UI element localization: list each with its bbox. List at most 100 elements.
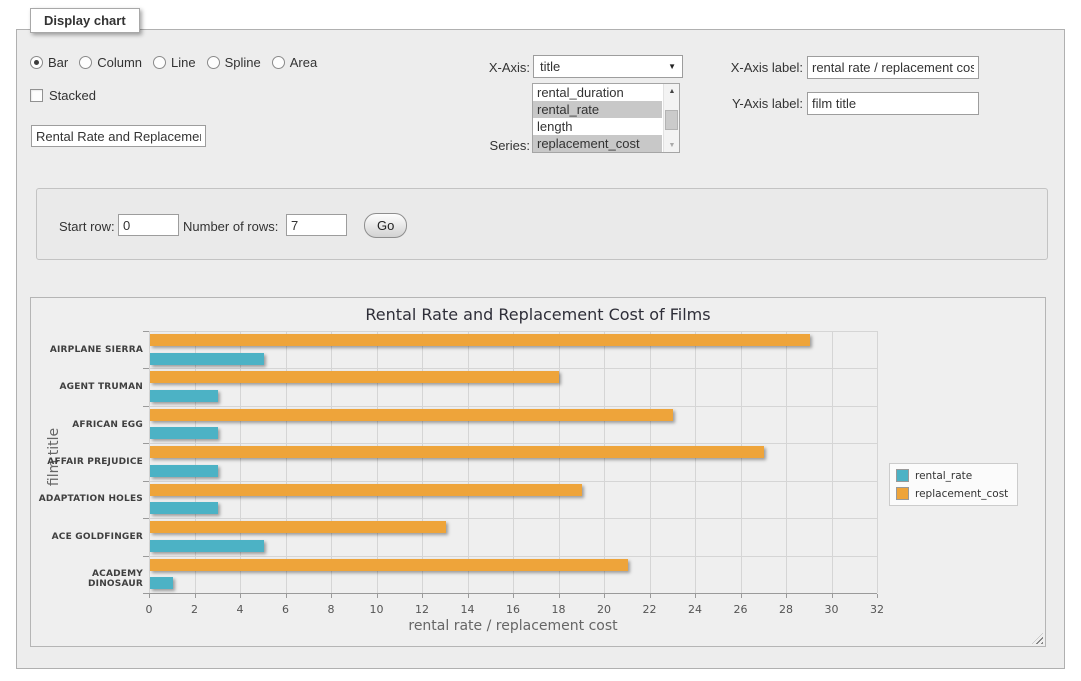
- series-option-rental_rate[interactable]: rental_rate: [533, 101, 662, 118]
- bar-rental_rate: [150, 390, 218, 402]
- y-axis-tick: [143, 443, 149, 444]
- chart-legend: rental_rate replacement_cost: [889, 463, 1018, 506]
- x-axis-select[interactable]: title ▼: [533, 55, 683, 78]
- chart-type-radio-spline[interactable]: Spline: [207, 55, 261, 70]
- bar-replacement_cost: [150, 521, 446, 533]
- panel-legend: Display chart: [30, 8, 140, 33]
- gridline-horizontal: [149, 481, 877, 482]
- number-of-rows-label: Number of rows:: [183, 219, 278, 234]
- select-dropdown-icon: ▼: [668, 62, 676, 71]
- stacked-checkbox-row[interactable]: Stacked: [30, 88, 96, 103]
- number-of-rows-input[interactable]: [286, 214, 347, 236]
- chart-type-radio-area[interactable]: Area: [272, 55, 317, 70]
- x-axis-tick: [786, 594, 787, 598]
- x-axis-line: [149, 593, 877, 594]
- x-axis-tick: [650, 594, 651, 598]
- series-option-replacement_cost[interactable]: replacement_cost: [533, 135, 662, 152]
- x-axis-tick: [286, 594, 287, 598]
- chart-type-radio-column[interactable]: Column: [79, 55, 142, 70]
- x-axis-tick: [377, 594, 378, 598]
- x-axis-tick: [149, 594, 150, 598]
- y-axis-label-caption: Y-Axis label:: [715, 96, 803, 111]
- chart-type-radio-bar[interactable]: Bar: [30, 55, 68, 70]
- x-axis-tick-label: 14: [453, 603, 483, 616]
- bar-rental_rate: [150, 353, 264, 365]
- x-axis-label-input[interactable]: [807, 56, 979, 79]
- gridline-vertical: [377, 331, 378, 593]
- legend-swatch-icon: [896, 469, 909, 482]
- scroll-down-icon[interactable]: ▼: [664, 138, 680, 152]
- category-label: AFRICAN EGG: [35, 420, 143, 430]
- legend-item-replacement_cost[interactable]: replacement_cost: [896, 487, 1008, 500]
- category-label: ACE GOLDFINGER: [35, 532, 143, 542]
- x-axis-tick-label: 30: [817, 603, 847, 616]
- legend-item-rental_rate[interactable]: rental_rate: [896, 469, 1008, 482]
- series-list-scrollbar[interactable]: ▲ ▼: [663, 84, 679, 152]
- stacked-checkbox[interactable]: [30, 89, 43, 102]
- gridline-horizontal: [149, 406, 877, 407]
- x-axis-tick-label: 28: [771, 603, 801, 616]
- radio-icon[interactable]: [153, 56, 166, 69]
- x-axis-tick-label: 8: [316, 603, 346, 616]
- chart-title-input[interactable]: [31, 125, 206, 147]
- radio-icon[interactable]: [79, 56, 92, 69]
- start-row-input[interactable]: [118, 214, 179, 236]
- legend-swatch-icon: [896, 487, 909, 500]
- go-button[interactable]: Go: [364, 213, 407, 238]
- x-axis-tick-label: 18: [544, 603, 574, 616]
- x-axis-tick: [832, 594, 833, 598]
- x-axis-tick: [422, 594, 423, 598]
- radio-icon[interactable]: [30, 56, 43, 69]
- x-axis-tick-label: 10: [362, 603, 392, 616]
- x-axis-tick-label: 6: [271, 603, 301, 616]
- x-axis-label-caption: X-Axis label:: [715, 60, 803, 75]
- y-axis-tick: [143, 556, 149, 557]
- x-axis-tick-label: 12: [407, 603, 437, 616]
- gridline-horizontal: [149, 518, 877, 519]
- y-axis-tick: [143, 481, 149, 482]
- gridline-vertical: [604, 331, 605, 593]
- bar-replacement_cost: [150, 334, 810, 346]
- stacked-label: Stacked: [49, 88, 96, 103]
- series-multiselect[interactable]: ▲ ▼ rental_durationrental_ratelengthrepl…: [532, 83, 680, 153]
- gridline-vertical: [650, 331, 651, 593]
- start-row-label: Start row:: [59, 219, 115, 234]
- radio-icon[interactable]: [272, 56, 285, 69]
- row-range-panel: Start row: Number of rows: Go: [36, 188, 1048, 260]
- gridline-horizontal: [149, 368, 877, 369]
- x-axis-title: rental rate / replacement cost: [149, 618, 877, 634]
- y-axis-tick: [143, 331, 149, 332]
- gridline-vertical: [468, 331, 469, 593]
- category-label: AIRPLANE SIERRA: [35, 345, 143, 355]
- x-axis-select-label: X-Axis:: [470, 60, 530, 75]
- chart-plot-area: rental rate / replacement cost film titl…: [149, 331, 877, 593]
- x-axis-tick-label: 16: [498, 603, 528, 616]
- x-axis-tick: [741, 594, 742, 598]
- series-option-rental_duration[interactable]: rental_duration: [533, 84, 662, 101]
- resize-grip-icon[interactable]: [1032, 633, 1043, 644]
- gridline-vertical: [559, 331, 560, 593]
- scrollbar-thumb[interactable]: [665, 110, 678, 130]
- radio-label: Spline: [225, 55, 261, 70]
- x-axis-tick: [604, 594, 605, 598]
- gridline-vertical: [741, 331, 742, 593]
- category-label: AGENT TRUMAN: [35, 382, 143, 392]
- x-axis-tick: [240, 594, 241, 598]
- gridline-vertical: [877, 331, 878, 593]
- scroll-up-icon[interactable]: ▲: [664, 84, 680, 98]
- x-axis-selected-value: title: [540, 59, 668, 74]
- gridline-vertical: [286, 331, 287, 593]
- series-option-length[interactable]: length: [533, 118, 662, 135]
- gridline-vertical: [149, 331, 150, 593]
- bar-rental_rate: [150, 465, 218, 477]
- bar-rental_rate: [150, 540, 264, 552]
- x-axis-tick: [877, 594, 878, 598]
- x-axis-tick: [513, 594, 514, 598]
- y-axis-tick: [143, 368, 149, 369]
- y-axis-label-input[interactable]: [807, 92, 979, 115]
- radio-icon[interactable]: [207, 56, 220, 69]
- chart-type-radio-line[interactable]: Line: [153, 55, 196, 70]
- gridline-vertical: [513, 331, 514, 593]
- legend-label: rental_rate: [915, 470, 972, 482]
- radio-label: Column: [97, 55, 142, 70]
